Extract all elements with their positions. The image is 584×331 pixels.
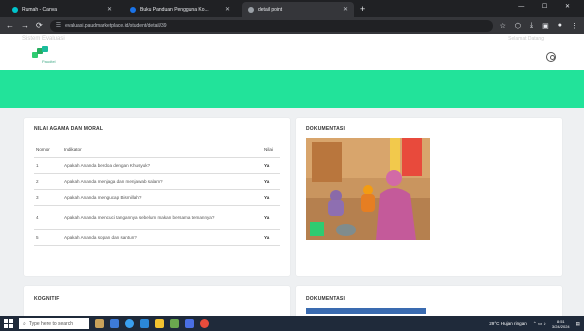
row-number: 1 bbox=[34, 157, 62, 174]
documentation-photo[interactable] bbox=[306, 138, 430, 240]
row-indikator: Apakah Ananda berdoa dengan Khusyuk? bbox=[62, 157, 262, 174]
header-banner bbox=[0, 70, 584, 108]
browser-tab-canva[interactable]: Rumah - Canva ✕ bbox=[6, 2, 118, 17]
table-row: 4 Apakah Ananda mencuci tangannya sebelu… bbox=[34, 205, 280, 230]
row-indikator: Apakah Ananda menjaga dan menjawab salam… bbox=[62, 173, 262, 190]
files-icon[interactable] bbox=[155, 319, 164, 328]
sidebar-icon[interactable]: ▣ bbox=[542, 22, 549, 30]
row-number: 4 bbox=[34, 205, 62, 230]
user-account-icon[interactable] bbox=[546, 52, 556, 62]
search-icon: ⌕ bbox=[23, 320, 26, 327]
weather-text[interactable]: 29°C Hujan ringan bbox=[489, 321, 527, 326]
row-nilai: Ya bbox=[262, 173, 280, 190]
clock-date: 3/24/2024 bbox=[551, 323, 570, 329]
app-icon[interactable] bbox=[200, 319, 209, 328]
table-row: 5 Apakah Ananda sopan dan santun? Ya bbox=[34, 229, 280, 246]
windows-start-icon[interactable] bbox=[4, 319, 13, 328]
close-tab-icon[interactable]: ✕ bbox=[225, 6, 230, 13]
taskbar-search-input[interactable]: ⌕ Type here to search bbox=[19, 318, 89, 329]
header-faded-welcome: Selamat Datang bbox=[508, 36, 544, 42]
card-title: DOKUMENTASI bbox=[306, 296, 346, 302]
tab-title: detail point bbox=[258, 6, 283, 13]
new-tab-button[interactable]: + bbox=[360, 2, 365, 17]
card-title: NILAI AGAMA DAN MORAL bbox=[34, 126, 104, 132]
browser-tab-detail[interactable]: detail point ✕ bbox=[242, 2, 354, 17]
explorer-icon[interactable] bbox=[110, 319, 119, 328]
window-controls[interactable]: — ☐ ✕ bbox=[518, 3, 578, 10]
app-header: Sistem Evaluasi Selamat Datang Paudtel bbox=[0, 34, 584, 70]
row-indikator: Apakah Ananda sopan dan santun? bbox=[62, 229, 262, 246]
tab-title: Rumah - Canva bbox=[22, 6, 58, 13]
card-title: DOKUMENTASI bbox=[306, 126, 346, 132]
system-tray: 29°C Hujan ringan ⌃ ▭ ♪ 8:51 3/24/2024 ▤ bbox=[489, 319, 580, 329]
header-faded-title: Sistem Evaluasi bbox=[22, 36, 65, 42]
main-content: NILAI AGAMA DAN MORAL Nomor Indikator Ni… bbox=[0, 108, 584, 326]
chrome-icon[interactable] bbox=[125, 319, 134, 328]
tray-icons[interactable]: ⌃ ▭ ♪ bbox=[533, 321, 546, 327]
reload-icon[interactable]: ⟳ bbox=[36, 21, 43, 30]
table-row: 1 Apakah Ananda berdoa dengan Khusyuk? Y… bbox=[34, 157, 280, 174]
download-icon[interactable]: ⤓ bbox=[530, 22, 533, 30]
page-favicon-icon bbox=[130, 6, 136, 13]
row-nilai: Ya bbox=[262, 157, 280, 174]
browser-tab-strip: Rumah - Canva ✕ Buku Panduan Pengguna Ko… bbox=[0, 0, 584, 17]
col-indikator: Indikator bbox=[62, 142, 262, 158]
row-indikator: Apakah Ananda mencuci tangannya sebelum … bbox=[62, 205, 262, 230]
site-info-icon[interactable]: ☰ bbox=[56, 22, 61, 29]
os-taskbar: ⌕ Type here to search 29°C Hujan ringan … bbox=[0, 316, 584, 331]
address-bar[interactable]: ☰ evaluasi.paudmarketplace.id/student/de… bbox=[49, 19, 493, 32]
row-number: 3 bbox=[34, 189, 62, 206]
menu-icon[interactable]: ⋮ bbox=[571, 22, 578, 30]
browser-toolbar: ← → ⟳ ☰ evaluasi.paudmarketplace.id/stud… bbox=[0, 17, 584, 34]
back-icon[interactable]: ← bbox=[6, 21, 14, 30]
page-favicon-icon bbox=[248, 6, 254, 13]
notification-icon[interactable]: ▤ bbox=[576, 321, 580, 327]
classroom-photo-image bbox=[306, 138, 430, 240]
row-number: 5 bbox=[34, 229, 62, 246]
profile-icon[interactable]: ● bbox=[558, 22, 562, 30]
search-placeholder: Type here to search bbox=[28, 320, 74, 327]
row-nilai: Ya bbox=[262, 229, 280, 246]
card-title: KOGNITIF bbox=[34, 296, 60, 302]
clock[interactable]: 8:51 3/24/2024 bbox=[552, 319, 570, 329]
col-nilai: Nilai bbox=[262, 142, 280, 158]
close-tab-icon[interactable]: ✕ bbox=[107, 6, 112, 13]
logo-subtitle: Paudtel bbox=[42, 59, 56, 64]
forward-icon[interactable]: → bbox=[21, 21, 29, 30]
table-row: 2 Apakah Ananda menjaga dan menjawab sal… bbox=[34, 173, 280, 190]
card-nilai-agama: NILAI AGAMA DAN MORAL Nomor Indikator Ni… bbox=[24, 118, 290, 276]
row-nilai: Ya bbox=[262, 189, 280, 206]
close-tab-icon[interactable]: ✕ bbox=[343, 6, 348, 13]
row-number: 2 bbox=[34, 173, 62, 190]
card-dokumentasi: DOKUMENTASI bbox=[296, 118, 562, 276]
documentation-photo-2[interactable] bbox=[306, 308, 426, 314]
row-nilai: Ya bbox=[262, 205, 280, 230]
table-row: 3 Apakah Ananda mengucap Bismillah? Ya bbox=[34, 189, 280, 206]
col-nomor: Nomor bbox=[34, 142, 62, 158]
row-indikator: Apakah Ananda mengucap Bismillah? bbox=[62, 189, 262, 206]
edge-icon[interactable] bbox=[140, 319, 149, 328]
browser-tab-panduan[interactable]: Buku Panduan Pengguna Ko... ✕ bbox=[124, 2, 236, 17]
app-icon[interactable] bbox=[185, 319, 194, 328]
table-header-row: Nomor Indikator Nilai bbox=[34, 142, 280, 158]
bookmark-star-icon[interactable]: ☆ bbox=[500, 22, 506, 30]
canva-favicon-icon bbox=[12, 6, 18, 13]
app-icon[interactable] bbox=[170, 319, 179, 328]
indicator-table: Nomor Indikator Nilai 1 Apakah Ananda be… bbox=[34, 142, 280, 246]
extensions-icon[interactable]: ⬡ bbox=[515, 22, 521, 30]
tab-title: Buku Panduan Pengguna Ko... bbox=[140, 6, 209, 13]
app-logo[interactable] bbox=[32, 46, 48, 60]
taskview-icon[interactable] bbox=[95, 319, 104, 328]
url-text[interactable]: evaluasi.paudmarketplace.id/student/deta… bbox=[65, 23, 166, 29]
